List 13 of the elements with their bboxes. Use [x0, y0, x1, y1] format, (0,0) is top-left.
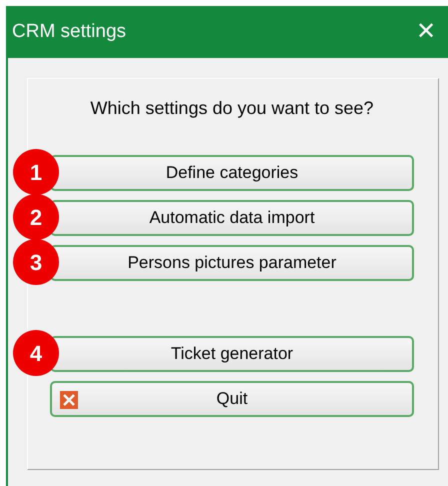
quit-button[interactable]: Quit — [50, 381, 414, 418]
step-badge: 3 — [13, 239, 59, 286]
close-icon — [60, 391, 78, 410]
step-badge: 2 — [13, 194, 59, 240]
settings-button[interactable]: Automatic data import — [50, 200, 414, 236]
settings-button[interactable]: Define categories — [50, 155, 414, 192]
settings-button[interactable]: Persons pictures parameter — [50, 245, 414, 282]
settings-button[interactable]: Ticket generator — [50, 336, 414, 372]
window-title: CRM settings — [12, 20, 126, 44]
step-badge: 4 — [13, 330, 59, 376]
step-badge: 1 — [13, 149, 59, 196]
close-button[interactable]: ✕ — [416, 20, 436, 44]
prompt-text: Which settings do you want to see? — [89, 97, 375, 120]
